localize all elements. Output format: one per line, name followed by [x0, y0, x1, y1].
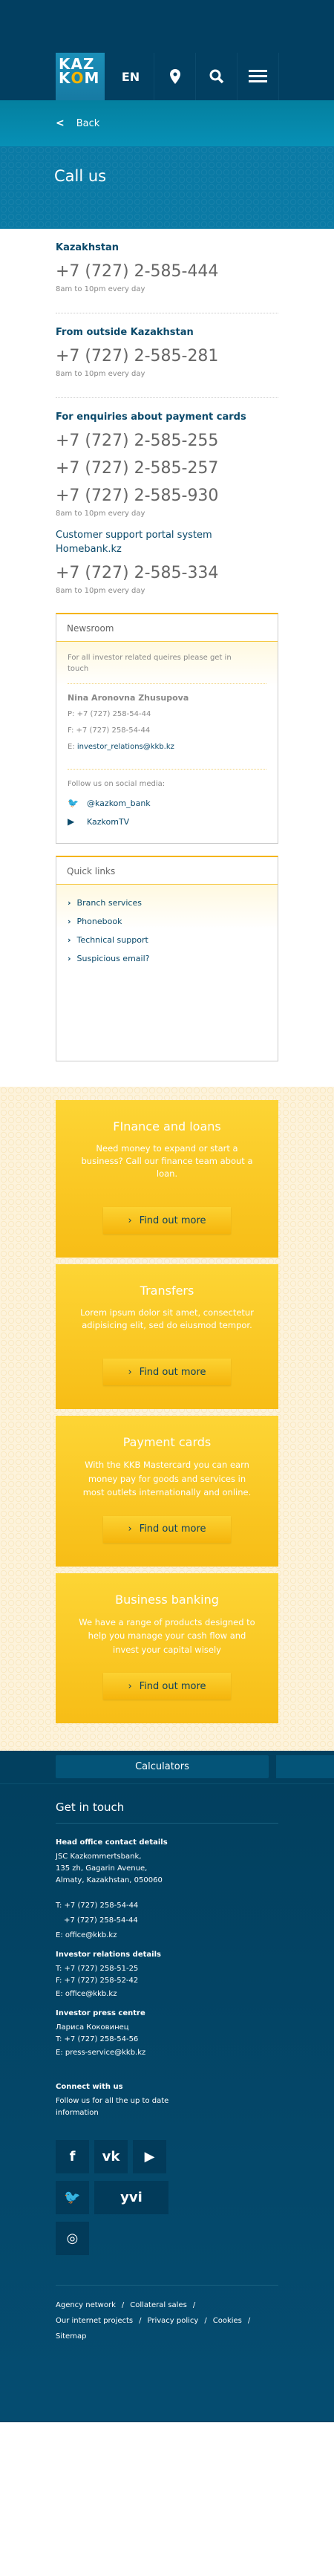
phone-link[interactable]: +7 (727) 2-585-444 [56, 258, 278, 285]
quick-links-panel: Quick links › Branch services › Phonebook … [56, 856, 278, 1061]
chevron-right-icon: › [68, 917, 71, 926]
chevron-right-icon: › [128, 1366, 132, 1378]
youtube-icon: ▶ [68, 816, 75, 827]
newsroom-panel: Newsroom For all investor related queire… [56, 613, 278, 844]
phone-link[interactable]: +7 (727) 2-585-334 [56, 559, 278, 587]
phone-link[interactable]: +7 (727) 2-585-255 [56, 427, 278, 455]
footer-link[interactable]: Our internet projects [56, 2317, 133, 2325]
contacts: Kazakhstan +7 (727) 2-585-444 8am to 10pm … [56, 229, 278, 1061]
facebook-icon[interactable]: f [56, 2140, 89, 2173]
calculators-button[interactable]: Calculators [56, 1755, 269, 1778]
youtube-link[interactable]: ▶ KazkomTV [68, 813, 266, 831]
footer: Calculators Get in touch Head office con… [0, 1751, 334, 2422]
footer-link[interactable]: Agency network [56, 2301, 116, 2309]
yvi-icon[interactable]: yvi [94, 2181, 168, 2214]
footer-link[interactable]: Privacy policy [148, 2317, 199, 2325]
promo-section: FInance and loans Need money to expand or… [0, 1087, 334, 1751]
phone-link[interactable]: +7 (727) 2-585-930 [56, 482, 278, 510]
phone-link[interactable]: +7 (727) 2-585-257 [56, 455, 278, 482]
twitter-icon[interactable]: 🐦 [56, 2181, 89, 2214]
find-out-more-button[interactable]: › Find out more [103, 1359, 231, 1385]
twitter-icon: 🐦 [68, 798, 79, 808]
phone-link[interactable]: +7 (727) 2-585-281 [56, 342, 278, 370]
investor-email-link[interactable]: investor_relations@kkb.kz [77, 743, 174, 751]
next-tab-button[interactable] [276, 1755, 334, 1778]
promo-card: FInance and loans Need money to expand or… [56, 1100, 278, 1258]
quick-link[interactable]: › Technical support [68, 931, 266, 949]
language-switcher[interactable]: EN [108, 53, 154, 100]
email-link[interactable]: E: office@kkb.kz [56, 1928, 278, 1943]
divider [278, 53, 279, 100]
footer-link[interactable]: Cookies [213, 2317, 242, 2325]
quick-link[interactable]: › Branch services [68, 894, 266, 912]
vk-icon[interactable]: vk [94, 2140, 128, 2173]
twitter-link[interactable]: 🐦 @kazkom_bank [68, 794, 266, 813]
footer-links: Agency network / Collateral sales / Our int… [56, 2285, 278, 2344]
footer-link[interactable]: Collateral sales [130, 2301, 187, 2309]
chevron-right-icon: › [68, 954, 71, 963]
site-header: KAZ KOM EN [0, 0, 334, 100]
promo-card: Transfers Lorem ipsum dolor sit amet, con… [56, 1264, 278, 1409]
find-out-more-button[interactable]: › Find out more [103, 1207, 231, 1234]
kazkom-logo[interactable]: KAZ KOM [56, 53, 105, 100]
quick-link[interactable]: › Phonebook [68, 912, 266, 931]
chevron-right-icon: › [128, 1523, 132, 1535]
back-link[interactable]: < Back [0, 100, 334, 146]
chevron-right-icon: › [128, 1680, 132, 1692]
instagram-icon[interactable]: ◎ [56, 2222, 89, 2255]
footer-link[interactable]: Sitemap [56, 2332, 86, 2341]
quick-link[interactable]: › Suspicious email? [68, 949, 266, 968]
chevron-right-icon: › [128, 1214, 132, 1226]
chevron-left-icon: < [56, 117, 65, 129]
search-icon[interactable] [195, 53, 237, 100]
email-link[interactable]: E: press-service@kkb.kz [56, 2046, 278, 2061]
menu-icon[interactable] [237, 53, 278, 100]
promo-card: Payment cards With the KKB Mastercard you… [56, 1416, 278, 1567]
location-pin-icon[interactable] [154, 53, 195, 100]
page-title: Call us [0, 146, 334, 229]
chevron-right-icon: › [68, 898, 71, 908]
promo-card: Business banking We have a range of produ… [56, 1572, 278, 1723]
find-out-more-button[interactable]: › Find out more [103, 1515, 231, 1543]
email-link[interactable]: E: office@kkb.kz [56, 1987, 278, 2002]
find-out-more-button[interactable]: › Find out more [103, 1673, 231, 1700]
youtube-icon[interactable]: ▶ [133, 2140, 166, 2173]
chevron-right-icon: › [68, 935, 71, 945]
